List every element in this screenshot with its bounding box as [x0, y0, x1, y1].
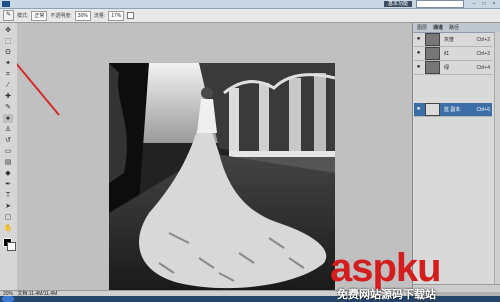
opacity-select[interactable]: 30%	[74, 10, 91, 21]
eye-icon[interactable]: ●	[415, 64, 422, 71]
minimize-button[interactable]: –	[470, 1, 478, 7]
channel-thumbnail	[425, 61, 440, 74]
healing-icon[interactable]: ✚	[3, 92, 13, 101]
channel-thumbnail	[425, 33, 440, 46]
maximize-button[interactable]: □	[480, 1, 488, 7]
path-select-icon[interactable]: ➤	[3, 202, 13, 211]
history-brush-icon[interactable]: ↺	[3, 136, 13, 145]
magic-wand-icon[interactable]: ✦	[3, 59, 13, 68]
wedding-photo	[109, 63, 335, 291]
gradient-icon[interactable]: ▤	[3, 158, 13, 167]
eye-icon[interactable]: ●	[415, 36, 422, 43]
brush-icon[interactable]: ✎	[3, 103, 13, 112]
toolbox: ✥ ⬚ ʘ ✦ ⌗ ⁄ ✚ ✎ ● ♙ ↺ ▭ ▤ ◆ ✒ T ➤ ▢ ✋	[0, 23, 18, 292]
options-bar: ✎ 模式: 正常 不透明度: 30% 流量: 17%	[0, 9, 500, 23]
mode-select[interactable]: 正常	[31, 10, 48, 21]
workspace-button[interactable]: 基本功能	[383, 1, 412, 7]
channel-name: 灰度	[444, 37, 455, 43]
channel-shortcut: Ctrl+2	[476, 36, 490, 43]
pen-icon[interactable]: ✒	[3, 180, 13, 189]
background-color-swatch[interactable]	[7, 242, 16, 251]
opacity-label: 不透明度:	[50, 13, 72, 19]
clone-stamp-icon[interactable]: ♙	[3, 125, 13, 134]
marquee-icon[interactable]: ⬚	[3, 37, 13, 46]
airbrush-toggle[interactable]	[127, 12, 135, 19]
channel-row-blue-copy[interactable]: ● 蓝 副本 Ctrl+6	[414, 103, 492, 117]
channel-row-gray[interactable]: ● 灰度 Ctrl+2	[414, 33, 492, 47]
eye-icon[interactable]: ●	[415, 50, 422, 57]
flow-label: 流量:	[93, 13, 106, 19]
channel-shortcut: Ctrl+6	[476, 106, 490, 113]
channel-row-green[interactable]: ● 绿 Ctrl+4	[414, 61, 492, 75]
shape-icon[interactable]: ▢	[3, 213, 13, 222]
flow-select[interactable]: 17%	[108, 10, 125, 21]
search-input[interactable]	[416, 0, 464, 8]
tool-preset-icon[interactable]: ✎	[3, 10, 14, 21]
channel-shortcut: Ctrl+4	[476, 64, 490, 71]
channel-shortcut: Ctrl+3	[476, 50, 490, 57]
eraser-icon[interactable]: ▭	[3, 147, 13, 156]
close-button[interactable]: ×	[490, 1, 498, 7]
channel-name: 绿	[444, 65, 450, 71]
eyedropper-icon[interactable]: ⁄	[3, 81, 13, 90]
crop-icon[interactable]: ⌗	[3, 70, 13, 79]
tab-channels[interactable]: 通道	[433, 24, 443, 31]
windows-taskbar	[0, 296, 500, 302]
panel-tabs: 图层 通道 路径	[413, 23, 500, 33]
tab-layers[interactable]: 图层	[417, 24, 427, 31]
channel-thumbnail	[425, 47, 440, 60]
channel-name: 蓝 副本	[444, 107, 461, 113]
channels-panel: 图层 通道 路径 ● 灰度 Ctrl+2 ● 红 Ctrl+3 ● 绿 Ctrl…	[412, 23, 500, 292]
lasso-icon[interactable]: ʘ	[3, 48, 13, 57]
channel-row-red[interactable]: ● 红 Ctrl+3	[414, 47, 492, 61]
channel-name: 红	[444, 51, 450, 57]
panel-footer	[413, 284, 500, 292]
move-icon[interactable]: ✥	[3, 26, 13, 35]
tab-paths[interactable]: 路径	[449, 24, 459, 31]
document-canvas[interactable]	[17, 23, 412, 291]
channel-thumbnail	[425, 103, 440, 116]
start-button[interactable]	[2, 296, 14, 302]
hand-icon[interactable]: ✋	[3, 224, 13, 233]
type-icon[interactable]: T	[3, 191, 13, 200]
dodge-burn-icon[interactable]: ●	[3, 114, 13, 123]
mode-label: 模式:	[17, 13, 29, 19]
app-menubar: 基本功能 – □ ×	[0, 0, 500, 9]
ps-logo-icon	[2, 1, 10, 7]
eye-icon[interactable]: ●	[415, 106, 422, 113]
blur-icon[interactable]: ◆	[3, 169, 13, 178]
panel-scrollbar[interactable]	[494, 32, 500, 285]
